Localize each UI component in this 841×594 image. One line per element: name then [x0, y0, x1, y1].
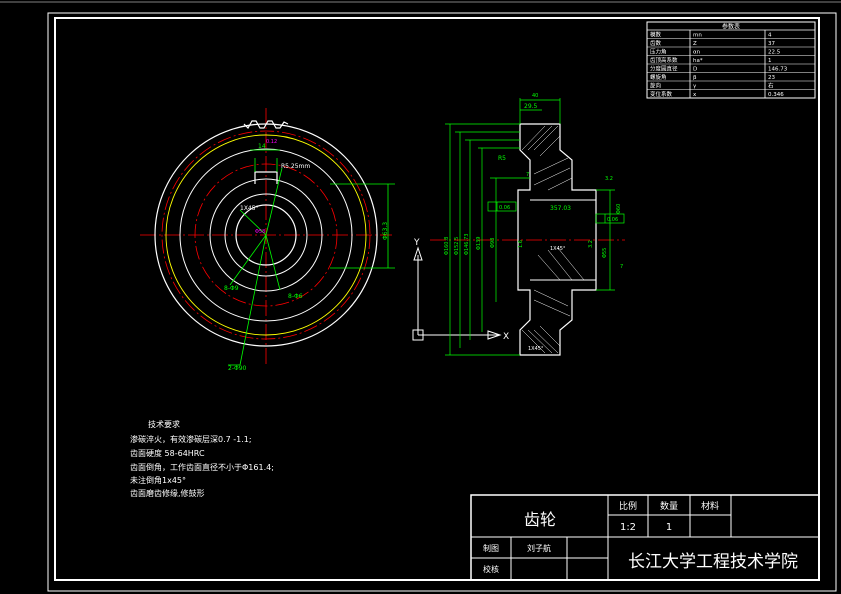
d3-label: Φ146.73	[464, 234, 470, 255]
param-value-2: 22.5	[768, 50, 781, 56]
dim-right-label: Φ63.3	[382, 222, 389, 240]
param-symbol-4: D	[693, 67, 697, 73]
param-symbol-3: ha*	[693, 58, 703, 64]
param-symbol-1: Z	[693, 41, 697, 47]
roughness-5: 7	[620, 264, 623, 270]
param-name-5: 螺旋角	[650, 73, 667, 81]
d2-label: Φ152.5	[454, 237, 460, 255]
part-name: 齿轮	[524, 510, 556, 529]
tol-label: 0.12	[266, 139, 277, 145]
x-axis-label: X	[503, 332, 509, 342]
drawn-value: 刘子航	[527, 543, 551, 553]
chamfer-bottom-label: 1X45°	[528, 346, 544, 352]
params-table: 参数表 模数 mn 4 齿数 Z 37 压力角 αn 22.5 齿顶高系数 ha* 1 分度圆直径 D 14…	[646, 21, 816, 99]
scale-label: 比例	[619, 500, 637, 512]
school-name: 长江大学工程技术学院	[628, 552, 798, 572]
param-name-0: 模数	[650, 31, 662, 39]
quantity-label: 数量	[660, 500, 678, 512]
tech-req-title: 技术要求	[148, 419, 180, 429]
tech-req-line-4: 未注倒角1x45°	[130, 475, 186, 485]
param-name-3: 齿顶高系数	[650, 56, 678, 64]
tech-req-line-5: 齿面磨齿修缘,修鼓形	[130, 488, 205, 498]
param-symbol-5: β	[693, 75, 697, 81]
width-top-label: 40	[532, 93, 538, 99]
bore-label: Φ58	[255, 229, 265, 235]
param-value-4: 146.73	[768, 67, 788, 73]
tech-req-line-3: 齿面倒角，工作齿面直径不小于Φ161.4;	[130, 462, 274, 472]
quantity-value: 1	[666, 522, 672, 533]
bore-tol-label: 357.03	[550, 205, 571, 212]
front-view: 14 0.12 R5.25mm 1X45° Φ58 Φ63.3 8-Φ9 8-Φ…	[140, 108, 395, 372]
checked-label: 校核	[483, 564, 499, 574]
ucs-axes: Y X	[412, 238, 509, 342]
roughness-3: 3.2	[588, 240, 594, 248]
r2-label: 8-Φ6	[288, 293, 303, 300]
hub-width-label: 29.5	[524, 103, 538, 110]
param-symbol-2: αn	[693, 50, 701, 56]
section-view: 40 29.5 Φ160.8 Φ152.5 Φ146.73 Φ139 Φ98 R…	[430, 93, 625, 356]
param-value-1: 37	[768, 41, 775, 47]
d1-label: Φ160.8	[444, 237, 450, 255]
roughness-4: 3.2	[605, 176, 613, 182]
drawn-label: 制图	[483, 543, 499, 553]
title-block: 齿轮 比例 数量 材料 1:2 1 制图 刘子航 校核 长江大学工程技术学院	[470, 494, 820, 581]
roughness-2: 1.6	[518, 240, 524, 248]
dim-c-label: Φ60	[616, 204, 622, 214]
tech-requirements: 技术要求 渗碳淬火，有效渗碳层深0.7 -1.1; 齿面硬度 58-64HRC …	[130, 419, 274, 498]
param-value-5: 23	[768, 75, 775, 81]
param-name-4: 分度圆直径	[650, 65, 678, 73]
section-outline	[517, 123, 597, 356]
r1-label: 8-Φ9	[224, 285, 239, 292]
d4-label: Φ139	[476, 237, 482, 250]
param-name-7: 变位系数	[650, 90, 673, 98]
radius-label: R5.25mm	[281, 163, 310, 170]
dim-d-label: Φ55	[602, 248, 608, 258]
param-value-3: 1	[768, 58, 772, 64]
params-title: 参数表	[722, 23, 740, 31]
param-value-7: 0.346	[768, 92, 784, 98]
r5-label: R5	[498, 155, 506, 162]
y-axis-label: Y	[413, 238, 420, 248]
d5-label: Φ98	[490, 238, 496, 248]
material-label: 材料	[701, 500, 719, 512]
chamfer-label: 1X45°	[240, 205, 259, 212]
r3-label: 2-Φ90	[228, 365, 247, 372]
tech-req-line-2: 齿面硬度 58-64HRC	[130, 448, 205, 458]
roughness-1: 7	[526, 172, 529, 178]
param-value-0: 4	[768, 33, 772, 39]
key-width-label: 14	[258, 143, 266, 150]
param-name-1: 齿数	[650, 39, 662, 47]
param-value-6: 右	[768, 82, 774, 90]
cad-drawing: 参数表 模数 mn 4齿数 Z 37压力角 αn 22.5齿顶高系数 ha* 1分度圆直径 D 14…	[0, 1, 841, 592]
param-name-6: 旋向	[650, 82, 661, 90]
dim-b-label: 0.06	[607, 217, 618, 223]
chamfer-section-label: 1X45°	[550, 246, 566, 252]
param-name-2: 压力角	[650, 48, 667, 56]
param-symbol-0: mn	[693, 33, 702, 39]
tech-req-line-1: 渗碳淬火，有效渗碳层深0.7 -1.1;	[130, 434, 252, 444]
dim-a-label: 0.06	[499, 205, 510, 211]
scale-value: 1:2	[620, 522, 636, 533]
